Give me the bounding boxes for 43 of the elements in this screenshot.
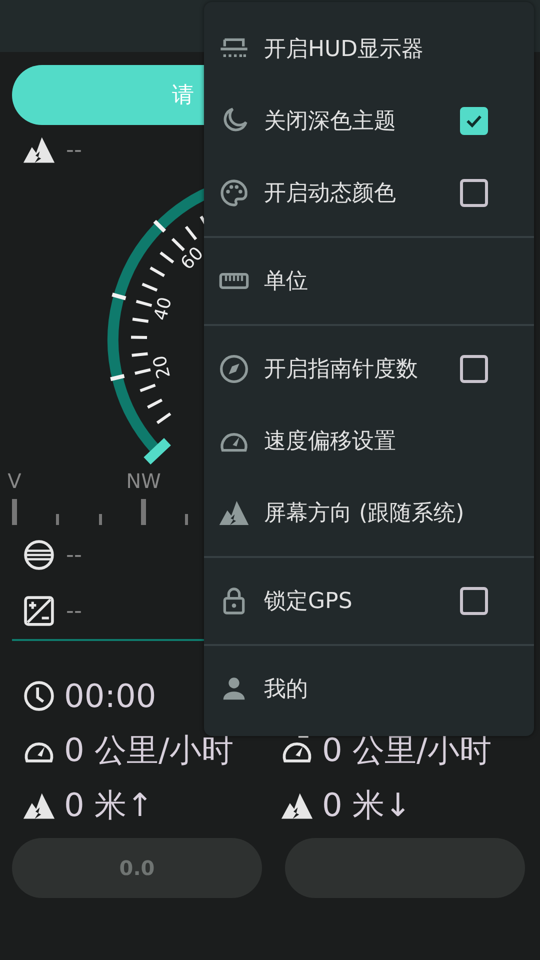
menu-item[interactable]: 速度偏移设置 bbox=[204, 405, 534, 477]
stat-value: 0 米↑ bbox=[64, 784, 154, 826]
stat-value: 0 公里/小时 bbox=[64, 730, 234, 770]
menu-item[interactable]: 开启HUD显示器 bbox=[204, 13, 534, 85]
menu-item-label: 我的 bbox=[264, 676, 308, 704]
menu-item[interactable]: 开启动态颜色 bbox=[204, 157, 534, 229]
compass-icon bbox=[218, 353, 250, 385]
compass-tick bbox=[56, 514, 59, 525]
menu-item-label: 开启动态颜色 bbox=[264, 180, 396, 208]
menu-item-label: 单位 bbox=[264, 268, 308, 296]
checkbox[interactable] bbox=[460, 355, 488, 383]
stat-value: 0 米↓ bbox=[322, 784, 412, 826]
checkbox[interactable] bbox=[460, 179, 488, 207]
compass-tick bbox=[12, 499, 17, 525]
menu-item[interactable]: 锁定GPS bbox=[204, 565, 534, 637]
menu-item[interactable]: 开启指南针度数 bbox=[204, 333, 534, 405]
compass-label: NW bbox=[126, 468, 161, 495]
menu-item-label: 关闭深色主题 bbox=[264, 108, 396, 136]
plus-minus-icon bbox=[22, 594, 56, 628]
checkbox[interactable] bbox=[460, 107, 488, 135]
compass-tick bbox=[141, 499, 146, 525]
checkbox[interactable] bbox=[460, 587, 488, 615]
menu-item[interactable]: 屏幕方向 (跟随系统) bbox=[204, 477, 534, 549]
compass-label: V bbox=[8, 468, 22, 495]
reading-value: -- bbox=[66, 542, 82, 568]
globe-icon bbox=[22, 538, 56, 572]
gauge-label: 40 bbox=[150, 294, 176, 323]
gauge-label: 20 bbox=[149, 353, 176, 380]
altitude-value: -- bbox=[66, 138, 82, 162]
palette-icon bbox=[218, 177, 250, 209]
menu-item-label: 屏幕方向 (跟随系统) bbox=[264, 500, 464, 528]
compass-tick bbox=[99, 514, 102, 525]
clock-icon bbox=[22, 678, 56, 712]
compass-tick bbox=[185, 514, 188, 525]
menu-item-label: 开启指南针度数 bbox=[264, 356, 418, 384]
menu-item[interactable]: 关闭深色主题 bbox=[204, 85, 534, 157]
reading-value: -- bbox=[66, 598, 82, 624]
menu-item[interactable]: 我的 bbox=[204, 653, 534, 725]
stat-value: 00:00 bbox=[64, 676, 156, 714]
stat-value: 0 公里/小时 bbox=[322, 730, 492, 770]
menu-item-label: 锁定GPS bbox=[264, 588, 352, 616]
menu-item-label: 速度偏移设置 bbox=[264, 428, 396, 456]
menu-item-label: 开启HUD显示器 bbox=[264, 36, 424, 64]
